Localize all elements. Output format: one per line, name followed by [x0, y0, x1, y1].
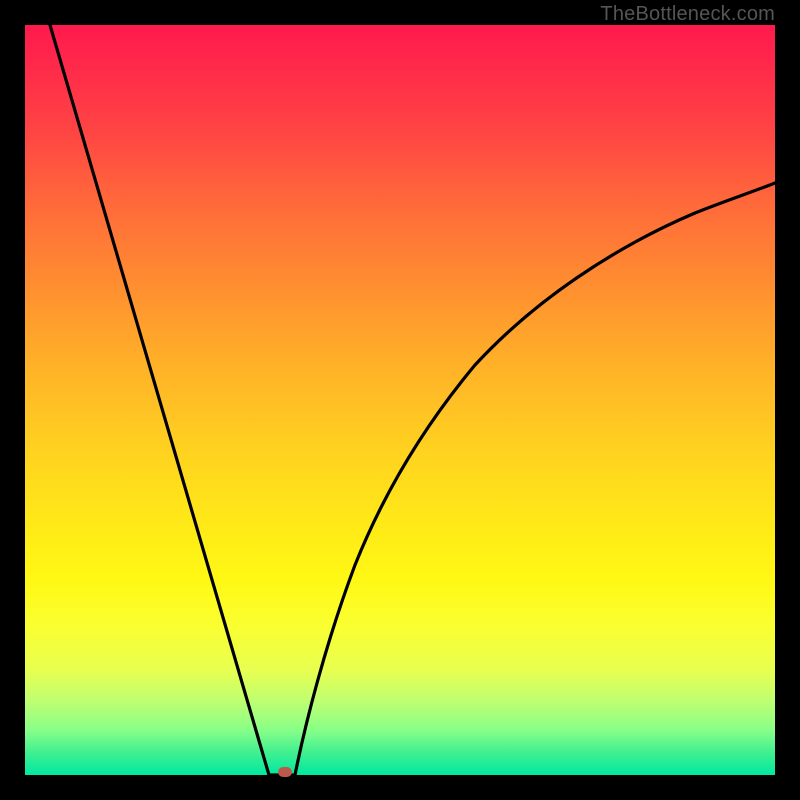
vertex-marker: [278, 767, 292, 777]
curve-left-branch: [50, 25, 269, 775]
chart-frame: TheBottleneck.com: [25, 25, 775, 775]
curve-right-branch: [295, 183, 775, 775]
bottleneck-curve: [25, 25, 775, 775]
watermark-text: TheBottleneck.com: [600, 3, 775, 26]
